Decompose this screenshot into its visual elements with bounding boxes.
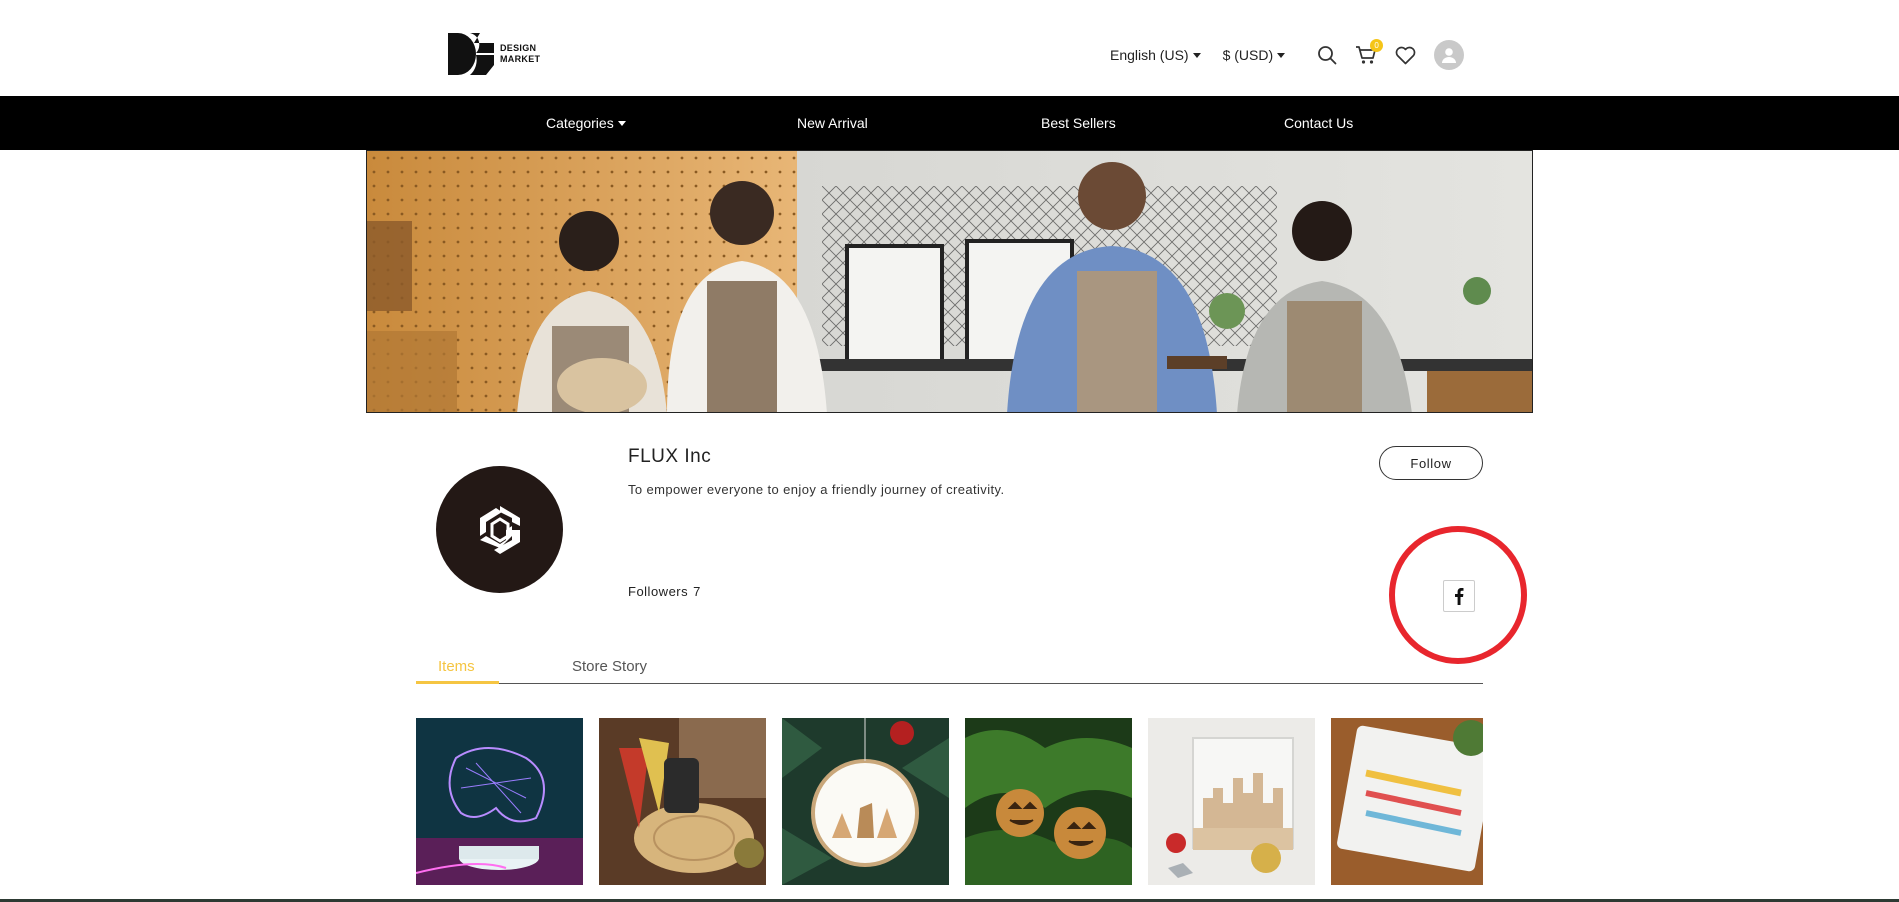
currency-label: $ (USD) <box>1222 47 1274 63</box>
followers-count: Followers 7 <box>628 584 701 599</box>
chevron-down-icon <box>1192 52 1201 58</box>
logo-text: DESIGN MARKET <box>500 43 541 64</box>
store-tabs: Items Store Story <box>416 652 1483 684</box>
product-card[interactable] <box>782 718 949 885</box>
product-card[interactable] <box>1331 718 1483 885</box>
store-name: FLUX Inc <box>628 446 712 467</box>
logo-mark-icon <box>448 33 494 75</box>
nav-new-arrival[interactable]: New Arrival <box>797 96 868 150</box>
tab-store-story[interactable]: Store Story <box>572 658 647 675</box>
facebook-icon <box>1455 588 1464 605</box>
facebook-share-button[interactable] <box>1443 580 1475 612</box>
nav-contact-us-label: Contact Us <box>1284 115 1354 131</box>
product-card[interactable] <box>416 718 583 885</box>
cart-icon[interactable]: 0 <box>1355 39 1384 65</box>
nav-categories[interactable]: Categories <box>546 96 626 150</box>
user-avatar[interactable] <box>1434 40 1465 70</box>
language-select[interactable]: English (US) <box>1110 47 1201 63</box>
design-market-logo[interactable]: DESIGN MARKET <box>448 33 540 75</box>
cart-count-badge: 0 <box>1370 39 1384 52</box>
product-image <box>1148 718 1315 885</box>
follow-button[interactable]: Follow <box>1379 446 1483 480</box>
product-card[interactable] <box>599 718 766 885</box>
flux-logo-icon <box>479 505 520 554</box>
user-icon <box>1442 48 1457 63</box>
chevron-down-icon <box>1277 52 1286 58</box>
site-header: DESIGN MARKET English (US) $ (USD) 0 <box>0 0 1899 96</box>
nav-best-sellers[interactable]: Best Sellers <box>1041 96 1116 150</box>
nav-contact-us[interactable]: Contact Us <box>1284 96 1353 150</box>
product-image <box>1331 718 1483 885</box>
language-label: English (US) <box>1110 47 1189 63</box>
followers-value: 7 <box>693 584 701 599</box>
chevron-down-icon <box>617 120 626 126</box>
product-card[interactable] <box>1148 718 1315 885</box>
product-image <box>416 718 583 885</box>
heart-icon[interactable] <box>1395 46 1416 65</box>
product-image <box>965 718 1132 885</box>
active-tab-indicator <box>416 681 499 684</box>
product-image <box>782 718 949 885</box>
store-logo <box>436 466 563 593</box>
nav-best-sellers-label: Best Sellers <box>1041 115 1116 131</box>
search-icon[interactable] <box>1317 45 1337 65</box>
followers-label: Followers <box>628 584 689 599</box>
store-description: To empower everyone to enjoy a friendly … <box>628 482 1005 497</box>
product-image <box>599 718 766 885</box>
main-nav: Categories New Arrival Best Sellers Cont… <box>0 96 1899 150</box>
product-card[interactable] <box>965 718 1132 885</box>
nav-categories-label: Categories <box>546 115 614 131</box>
header-actions: English (US) $ (USD) 0 <box>1110 39 1465 70</box>
store-banner-image <box>366 150 1533 413</box>
nav-new-arrival-label: New Arrival <box>797 115 868 131</box>
tab-items[interactable]: Items <box>438 658 475 675</box>
currency-select[interactable]: $ (USD) <box>1223 47 1286 63</box>
